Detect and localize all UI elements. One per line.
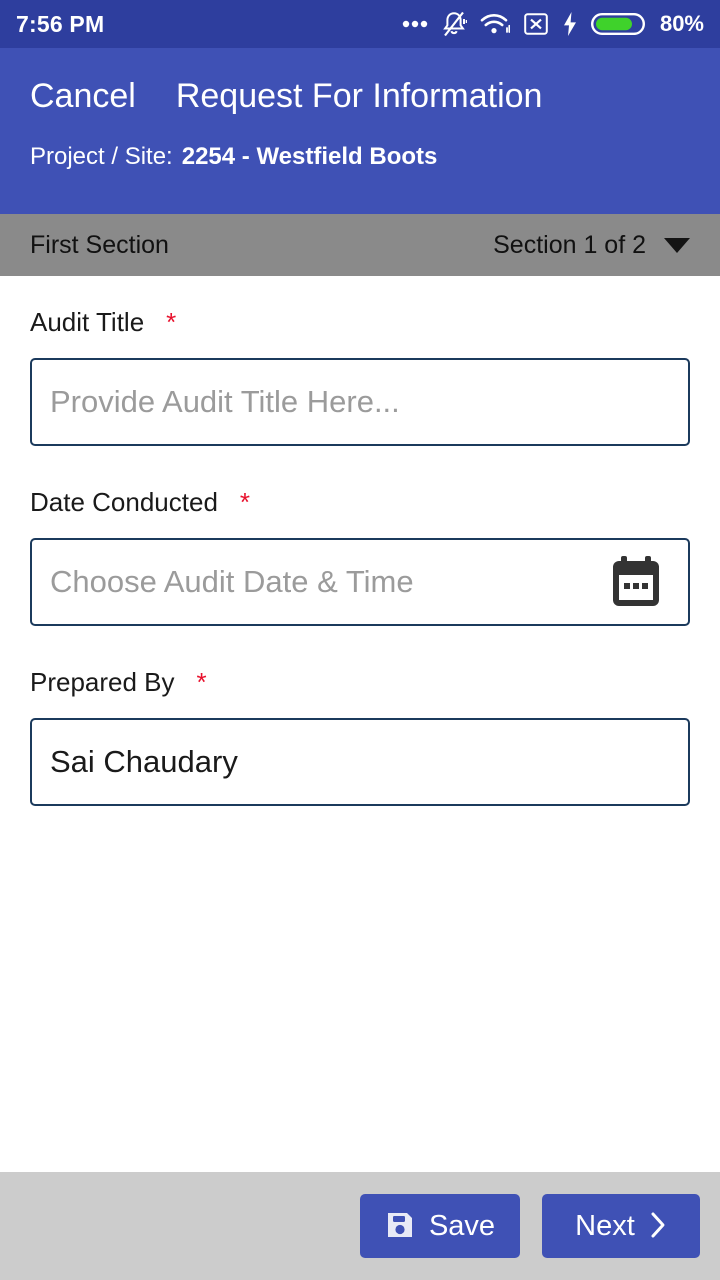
notifications-muted-icon	[441, 10, 467, 38]
next-button[interactable]: Next	[542, 1194, 700, 1258]
battery-percent-label: 80%	[659, 11, 704, 36]
chevron-down-icon[interactable]	[664, 237, 690, 253]
prepared-by-input[interactable]: Sai Chaudary	[30, 718, 690, 806]
bottom-action-bar: Save Next	[0, 1172, 720, 1280]
project-site-value: 2254 - Westfield Boots	[181, 143, 438, 171]
app-bar: Cancel Request For Information Project /…	[0, 48, 720, 214]
input-placeholder: Provide Audit Title Here...	[50, 384, 400, 419]
chevron-right-icon	[649, 1211, 667, 1242]
section-selector-bar[interactable]: First Section Section 1 of 2	[0, 214, 720, 276]
field-prepared-by: Prepared By * Sai Chaudary	[30, 662, 690, 806]
required-asterisk: *	[166, 307, 177, 337]
input-value: Sai Chaudary	[50, 744, 238, 779]
save-button-label: Save	[428, 1209, 496, 1242]
field-label-row: Audit Title *	[30, 302, 690, 342]
section-counter-group[interactable]: Section 1 of 2	[493, 231, 690, 260]
field-label: Prepared By	[30, 666, 175, 697]
app-bar-top-row: Cancel Request For Information	[30, 48, 690, 115]
form-content: Audit Title * Provide Audit Title Here..…	[0, 276, 720, 1172]
page-title: Request For Information	[175, 77, 543, 115]
required-asterisk: *	[196, 667, 207, 697]
calendar-icon[interactable]	[610, 555, 662, 609]
project-site-label: Project / Site:	[30, 143, 173, 171]
field-label: Audit Title	[30, 306, 145, 337]
field-audit-title: Audit Title * Provide Audit Title Here..…	[30, 302, 690, 446]
status-bar: 7:56 PM 80%	[0, 0, 720, 48]
no-sim-icon	[523, 11, 549, 37]
cancel-button[interactable]: Cancel	[30, 77, 136, 115]
section-counter-label: Section 1 of 2	[493, 230, 646, 259]
project-site-row: Project / Site: 2254 - Westfield Boots	[30, 143, 690, 171]
more-options-icon	[402, 19, 428, 29]
status-bar-clock: 7:56 PM	[16, 10, 105, 37]
next-button-label: Next	[575, 1209, 635, 1242]
audit-title-input[interactable]: Provide Audit Title Here...	[30, 358, 690, 446]
field-label-row: Prepared By *	[30, 662, 690, 702]
required-asterisk: *	[239, 487, 251, 517]
field-label-row: Date Conducted *	[30, 482, 690, 522]
save-button[interactable]: Save	[360, 1194, 520, 1258]
save-floppy-icon	[385, 1210, 415, 1243]
section-name-label: First Section	[30, 230, 169, 259]
charging-bolt-icon	[562, 11, 578, 37]
battery-icon	[590, 11, 645, 37]
input-placeholder: Choose Audit Date & Time	[50, 564, 414, 599]
status-bar-icons: 80%	[402, 10, 704, 38]
field-label: Date Conducted	[30, 486, 218, 517]
date-conducted-input[interactable]: Choose Audit Date & Time	[30, 538, 690, 626]
app-root: 7:56 PM 80% Cancel Request For Informati…	[0, 0, 720, 1280]
wifi-icon	[480, 12, 510, 36]
field-date-conducted: Date Conducted * Choose Audit Date & Tim…	[30, 482, 690, 626]
